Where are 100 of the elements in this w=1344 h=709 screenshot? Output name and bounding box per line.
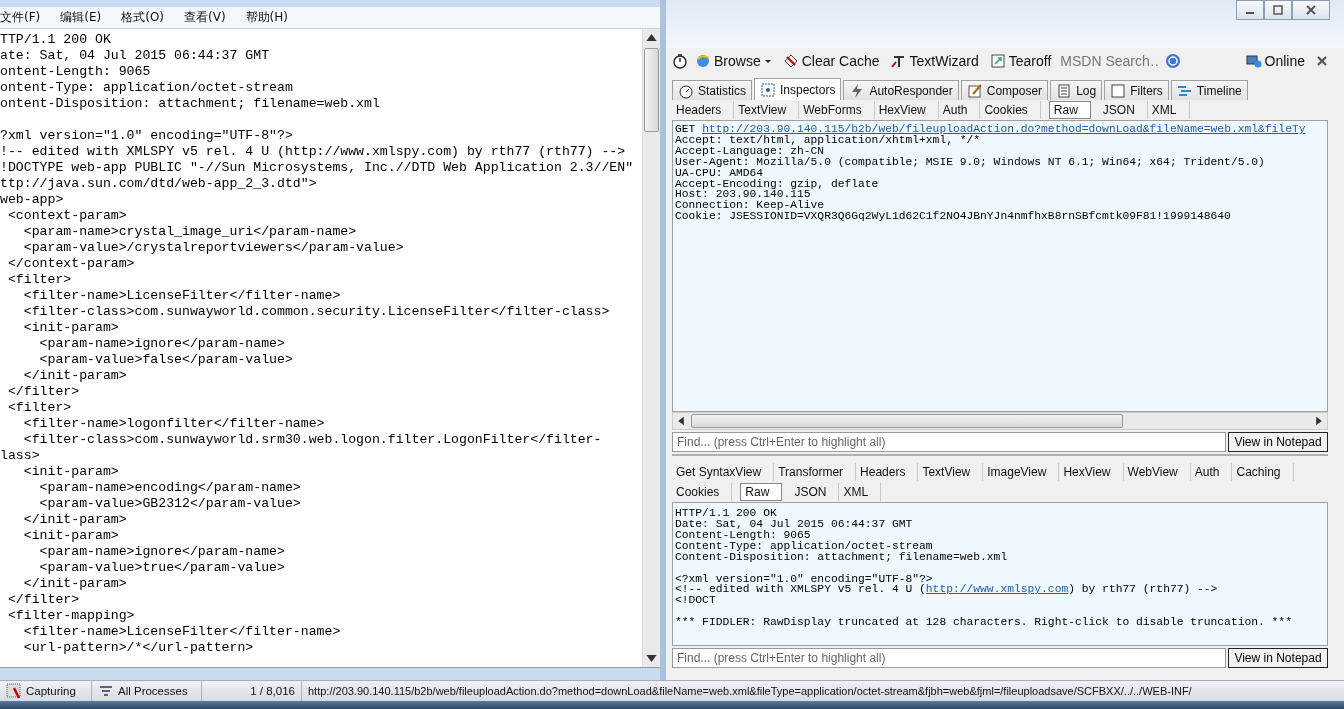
header-line: Connection: Keep-Alive [675, 200, 825, 212]
tab[interactable]: Inspectors [754, 78, 842, 100]
text-line: ontent-Disposition: attachment; filename=web.xml [0, 96, 381, 112]
inspector-tab[interactable]: WebForms [799, 101, 875, 119]
menu-item[interactable]: 文件(F) [0, 9, 41, 26]
text-line: <init-param> [22, 528, 120, 544]
text-line: <context-param> [6, 208, 128, 224]
text-line: <init-param> [22, 320, 120, 336]
inspector-tab[interactable]: Raw [740, 483, 783, 501]
scroll-thumb[interactable] [691, 414, 1123, 428]
header-line: Cookie: JSESSIONID=VXQR3Q6Gq2WyL1d62C1f2NO4JBnYJn4nmfhxB8rnSBfcmtk09F81!1999148640 [675, 211, 1232, 223]
request-text-area[interactable] [672, 120, 1328, 412]
scroll-thumb[interactable] [644, 48, 659, 132]
search-field[interactable]: MSDN Search… [1058, 51, 1163, 71]
text-line: ttp://java.sun.com/dtd/web-app_2_3.dtd"> [0, 176, 318, 192]
tab[interactable]: Log [1050, 80, 1103, 100]
close-icon[interactable] [1316, 55, 1328, 67]
popout-window-icon [989, 53, 1006, 69]
tab[interactable]: AutoResponder [843, 80, 959, 100]
url-link[interactable]: http://203.90.140.115/b2b/web/fileuploadAction.do?method=downLoad&fileName=web.xml&fileTy [702, 123, 1306, 135]
header-line: Content-Disposition: attachment; filename=web.xml [675, 551, 1009, 563]
text-line: </filter> [6, 592, 81, 608]
stopwatch-icon[interactable] [672, 53, 688, 69]
inspector-tab[interactable]: Headers [856, 463, 919, 481]
text-line: TTP/1.1 200 OK [0, 32, 112, 48]
menu-item[interactable]: 查看(V) [184, 9, 226, 26]
text-line: <filter-name>LicenseFilter</filter-name> [22, 624, 342, 640]
caret-icon [763, 57, 772, 65]
tab[interactable]: Timeline [1170, 80, 1248, 100]
text-line: <?xml version="1.0" encoding="UTF-8"?> [675, 573, 933, 585]
text-line: <!DOCT [675, 595, 717, 607]
text-line: </filter> [6, 384, 81, 400]
text-line: !DOCTYPE web-app PUBLIC "-//Sun Microsystems, Inc.//DTD Web Application 2.3//EN" [0, 160, 635, 176]
network-icon [1245, 53, 1262, 69]
text-line: <param-value>GB2312</param-value> [38, 496, 302, 512]
text-line: <filter-class>com.sunwayworld.srm30.web.logon.filter.LogonFilter</filter- [22, 432, 603, 448]
header-line: Date: Sat, 04 Jul 2015 06:44:37 GMT [675, 518, 914, 530]
truncation-notice: *** FIDDLER: RawDisplay truncated at 128 characters. Right-click to disable truncation. *** [675, 617, 1293, 629]
textwizard-button[interactable]: TextWizard [886, 53, 983, 69]
menu-item[interactable]: 帮助(H) [245, 9, 288, 26]
browse-button[interactable]: Browse [691, 53, 776, 69]
inspector-tab[interactable]: Headers [672, 101, 735, 119]
stopwatch-icon [678, 82, 694, 99]
view-in-notepad-button[interactable]: View in Notepad [1228, 432, 1328, 452]
status-url: http://203.90.140.115/b2b/web/fileuploadAction.do?method=downLoad&fileName=web.xml&fileType=application/octet-stream&fjbh=web&fjml=/fileuploadsave/SCFBXX/../../WEB-INF/ [307, 684, 1193, 699]
inspector-tab[interactable]: HexView [874, 101, 939, 119]
menu-item[interactable]: 格式(O) [121, 9, 165, 26]
tearoff-button[interactable]: Tearoff [985, 53, 1056, 69]
inspector-tab[interactable]: Transformer [774, 463, 857, 481]
inspector-tab[interactable]: WebView [1123, 463, 1191, 481]
document-icon [1056, 82, 1073, 99]
text-line: <filter> [6, 400, 73, 416]
scrollbar[interactable] [672, 412, 1328, 430]
maximize-button[interactable] [1264, 0, 1292, 20]
text-line: <param-name>ignore</param-name> [38, 336, 286, 352]
inspector-tab[interactable]: HexView [1059, 463, 1124, 481]
close-button[interactable] [1292, 0, 1330, 20]
header-line: Accept-Language: zh-CN [675, 145, 825, 157]
inspector-tab[interactable]: Cookies [980, 101, 1041, 119]
header-line: User-Agent: Mozilla/5.0 (compatible; MSIE 9.0; Windows NT 6.1; Win64; x64; Trident/5.0) [675, 156, 1266, 168]
clear-cache-button[interactable]: Clear Cache [778, 53, 884, 69]
tab[interactable]: Statistics [672, 80, 752, 100]
text-line: <filter> [6, 272, 73, 288]
inspector-tab[interactable]: ImageView [983, 463, 1060, 481]
tab[interactable]: Composer [960, 80, 1049, 100]
online-button[interactable]: Online [1241, 53, 1309, 69]
scrollbar[interactable] [642, 29, 660, 667]
menu-item[interactable]: 编辑(E) [60, 9, 102, 26]
text-line: <param-value>true</param-value> [38, 560, 286, 576]
help-icon[interactable] [1165, 53, 1182, 69]
minimize-button[interactable] [1236, 0, 1264, 20]
response-text-area[interactable] [672, 502, 1328, 646]
inspector-tab[interactable]: Caching [1232, 463, 1294, 481]
request-line: GET http://203.90.140.115/b2b/web/fileuploadAction.do?method=downLoad&fileName=web.xml&fileTy [675, 124, 1307, 135]
text-line: <filter-name>LicenseFilter</filter-name> [22, 288, 342, 304]
minimize-icon [1246, 12, 1254, 14]
inspector-tab[interactable]: Auth [938, 101, 981, 119]
header-line: HTTP/1.1 200 OK [675, 508, 778, 519]
inspector-tab[interactable]: Auth [1190, 463, 1233, 481]
text-line: <url-pattern>/*</url-pattern> [22, 640, 255, 656]
inspector-tab[interactable]: JSON [1098, 101, 1148, 119]
inspector-tab[interactable]: Get SyntaxView [672, 463, 775, 481]
inspector-tab[interactable]: XML [839, 483, 882, 501]
text-line: <param-name>crystal_image_uri</param-name> [22, 224, 358, 240]
inspector-tab[interactable]: Cookies [672, 483, 733, 501]
text-line: ate: Sat, 04 Jul 2015 06:44:37 GMT [0, 48, 271, 64]
checkbox-icon [1110, 82, 1127, 99]
inspector-tab[interactable]: JSON [790, 483, 840, 501]
find-field[interactable]: Find... (press Ctrl+Enter to highlight all) [672, 648, 1226, 668]
find-field[interactable]: Find... (press Ctrl+Enter to highlight all) [672, 432, 1226, 452]
letter-t-icon [890, 53, 907, 69]
header-line: Host: 203.90.140.115 [675, 189, 812, 201]
inspector-tab[interactable]: TextView [918, 463, 984, 481]
url-link[interactable]: http://www.xmlspy.com [925, 583, 1069, 596]
tab[interactable]: Filters [1104, 80, 1169, 100]
inspector-tab[interactable]: Raw [1048, 101, 1091, 119]
text-line: lass> [0, 448, 41, 464]
inspector-tab[interactable]: XML [1147, 101, 1190, 119]
view-in-notepad-button[interactable]: View in Notepad [1228, 648, 1328, 668]
inspector-tab[interactable]: TextView [734, 101, 800, 119]
